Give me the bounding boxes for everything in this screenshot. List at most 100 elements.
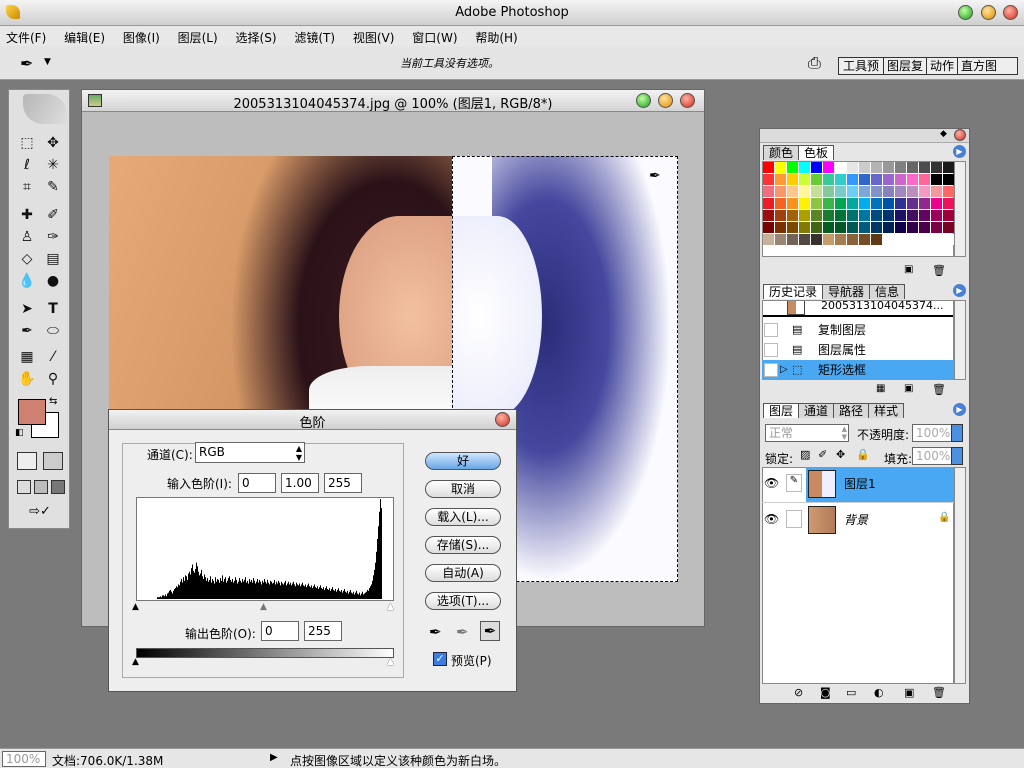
save-button[interactable]: 存储(S)... <box>425 536 501 554</box>
color-swatch[interactable] <box>763 174 774 185</box>
color-swatch[interactable] <box>811 198 822 209</box>
color-swatch[interactable] <box>907 222 918 233</box>
layer-link-box[interactable] <box>786 510 802 528</box>
standard-mode-button[interactable] <box>17 452 37 470</box>
color-swatch[interactable] <box>763 162 774 173</box>
menu-file[interactable]: 文件(F) <box>6 31 46 45</box>
dodge-tool-icon[interactable]: ● <box>41 270 65 292</box>
magic-wand-icon[interactable]: ✳ <box>41 154 65 176</box>
color-swatch[interactable] <box>859 198 870 209</box>
layers-scrollbar[interactable] <box>954 467 966 684</box>
menu-window[interactable]: 窗口(W) <box>412 31 457 45</box>
color-swatch[interactable] <box>775 162 786 173</box>
color-swatch[interactable] <box>799 162 810 173</box>
input-white-slider[interactable]: ▲ <box>387 602 394 612</box>
output-black-slider[interactable]: ▲ <box>132 657 139 667</box>
tool-preset-arrow-icon[interactable]: ▼ <box>44 57 51 67</box>
color-swatch[interactable] <box>823 198 834 209</box>
color-swatch[interactable] <box>871 174 882 185</box>
menu-select[interactable]: 选择(S) <box>236 31 277 45</box>
tab-info[interactable]: 信息 <box>869 284 906 299</box>
blend-mode-select[interactable]: 正常 ▲ ▼ <box>765 424 849 442</box>
color-swatch[interactable] <box>847 210 858 221</box>
swatches-scrollbar[interactable] <box>954 161 966 257</box>
screen-mode-full-button[interactable] <box>51 480 65 494</box>
color-swatch[interactable] <box>847 234 858 245</box>
crop-tool-icon[interactable]: ⌗ <box>15 176 39 198</box>
color-swatch[interactable] <box>907 198 918 209</box>
tab-color[interactable]: 颜色 <box>763 145 800 160</box>
color-swatch[interactable] <box>847 186 858 197</box>
minimize-button[interactable] <box>981 5 996 20</box>
swap-colors-icon[interactable]: ⇆ <box>49 396 57 407</box>
history-item-layer-properties[interactable]: ▤ 图层属性 <box>762 340 967 360</box>
eyedropper-tool-icon[interactable]: ⁄ <box>41 346 65 368</box>
brush-tool-icon[interactable]: ✐ <box>41 204 65 226</box>
color-swatch[interactable] <box>775 186 786 197</box>
auto-button[interactable]: 自动(A) <box>425 564 501 582</box>
output-white-field[interactable]: 255 <box>304 621 342 641</box>
color-swatch[interactable] <box>895 234 906 245</box>
color-swatch[interactable] <box>907 174 918 185</box>
black-point-eyedropper-icon[interactable]: ✒ <box>429 623 442 641</box>
options-button[interactable]: 选项(T)... <box>425 592 501 610</box>
healing-brush-icon[interactable]: ✚ <box>15 204 39 226</box>
color-swatch[interactable] <box>763 222 774 233</box>
gray-point-eyedropper-icon[interactable]: ✒ <box>456 623 469 641</box>
color-swatch[interactable] <box>931 186 942 197</box>
color-swatch[interactable] <box>823 222 834 233</box>
color-swatch[interactable] <box>787 210 798 221</box>
color-swatch[interactable] <box>799 174 810 185</box>
color-swatch[interactable] <box>775 222 786 233</box>
color-swatch[interactable] <box>895 162 906 173</box>
color-swatch[interactable] <box>943 210 954 221</box>
color-swatch[interactable] <box>871 222 882 233</box>
default-colors-icon[interactable]: ◧ <box>15 428 24 438</box>
channel-select[interactable]: RGB ▲ ▼ <box>195 442 305 463</box>
delete-swatch-icon[interactable]: 🗑 <box>932 264 946 277</box>
color-swatch[interactable] <box>943 198 954 209</box>
layer-row-background[interactable]: 👁 背景 🔒 <box>762 502 954 537</box>
color-swatch[interactable] <box>943 234 954 245</box>
color-swatch[interactable] <box>883 174 894 185</box>
color-swatch[interactable] <box>919 174 930 185</box>
jump-to-imageready-icon[interactable]: ⇨✓ <box>17 504 63 522</box>
new-document-from-state-icon[interactable]: ▦ <box>876 383 885 394</box>
slice-tool-icon[interactable]: ✎ <box>41 176 65 198</box>
lock-transparent-icon[interactable]: ▨ <box>800 448 810 461</box>
color-swatch[interactable] <box>943 174 954 185</box>
maximize-button[interactable] <box>958 5 973 20</box>
color-swatch[interactable] <box>823 210 834 221</box>
input-black-field[interactable]: 0 <box>238 473 276 493</box>
color-swatch[interactable] <box>931 198 942 209</box>
fill-slider-button[interactable] <box>951 447 963 465</box>
status-menu-arrow-icon[interactable]: ▶ <box>270 752 278 763</box>
tab-history[interactable]: 历史记录 <box>763 284 824 299</box>
color-swatch[interactable] <box>883 234 894 245</box>
palette-well-tab-histogram[interactable]: 直方图 <box>958 58 1000 74</box>
foreground-color-swatch[interactable] <box>18 399 46 425</box>
zoom-tool-icon[interactable]: ⚲ <box>41 368 65 390</box>
new-group-icon[interactable]: ▭ <box>846 686 856 699</box>
history-checkbox[interactable] <box>764 363 778 377</box>
lock-all-icon[interactable]: 🔒 <box>856 448 870 461</box>
blur-tool-icon[interactable]: 💧 <box>15 270 39 292</box>
quick-mask-button[interactable] <box>43 452 63 470</box>
palette-collapse-icon[interactable]: ◆ <box>940 129 947 139</box>
close-button[interactable] <box>1003 5 1018 20</box>
clone-stamp-icon[interactable]: ♙ <box>15 226 39 248</box>
tab-styles[interactable]: 样式 <box>868 403 905 418</box>
color-swatch[interactable] <box>919 210 930 221</box>
color-swatch[interactable] <box>943 186 954 197</box>
color-swatch[interactable] <box>823 162 834 173</box>
color-swatch[interactable] <box>811 186 822 197</box>
color-swatch[interactable] <box>799 186 810 197</box>
history-checkbox[interactable] <box>764 343 778 357</box>
palette-well-tab-actions[interactable]: 动作 <box>927 58 959 74</box>
color-swatch[interactable] <box>835 222 846 233</box>
color-swatch[interactable] <box>907 162 918 173</box>
color-swatch[interactable] <box>931 162 942 173</box>
color-swatch[interactable] <box>763 186 774 197</box>
history-snapshot[interactable]: 2005313104045374... <box>763 301 953 317</box>
color-swatch[interactable] <box>811 234 822 245</box>
